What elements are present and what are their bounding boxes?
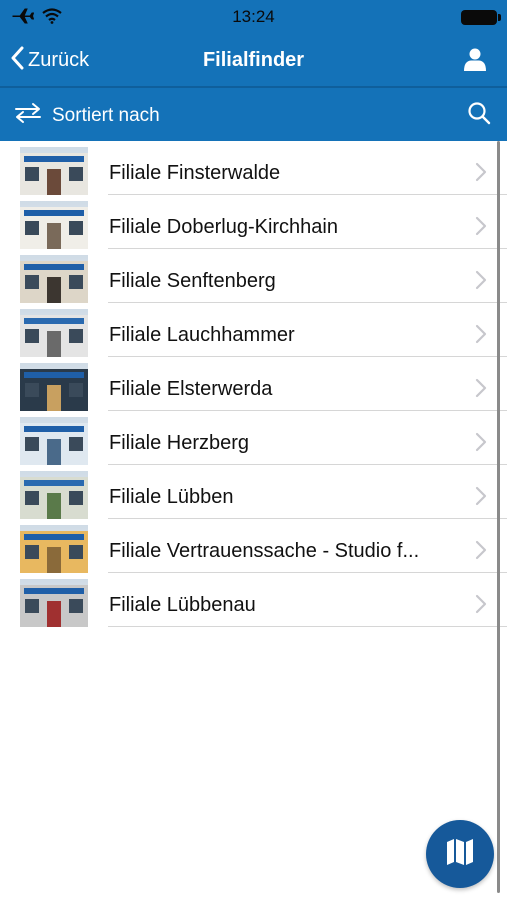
- branch-list: Filiale Finsterwalde Filiale Doberlug-Kir…: [0, 141, 507, 627]
- status-time: 13:24: [232, 7, 275, 26]
- row-separator: [108, 626, 507, 627]
- branch-thumbnail: [20, 147, 88, 195]
- branch-label: Filiale Doberlug-Kirchhain: [109, 216, 338, 238]
- branch-row[interactable]: Filiale Senftenberg: [0, 249, 507, 303]
- branch-row[interactable]: Filiale Finsterwalde: [0, 141, 507, 195]
- branch-thumbnail: [20, 471, 88, 519]
- navigation-bar: Zurück Filialfinder: [0, 34, 507, 86]
- branch-row[interactable]: Filiale Vertrauenssache - Studio f...: [0, 519, 507, 573]
- branch-row[interactable]: Filiale Lübbenau: [0, 573, 507, 627]
- branch-label: Filiale Lübben: [109, 486, 234, 508]
- battery-icon: [461, 10, 501, 25]
- branch-label: Filiale Lübbenau: [109, 594, 256, 616]
- branch-thumbnail: [20, 417, 88, 465]
- person-icon: [463, 48, 487, 75]
- chevron-right-icon: [475, 486, 487, 511]
- status-bar: 13:24: [0, 0, 507, 34]
- map-icon: [445, 838, 475, 871]
- branch-row[interactable]: Filiale Elsterwerda: [0, 357, 507, 411]
- branch-thumbnail: [20, 579, 88, 627]
- page-title: Filialfinder: [202, 49, 305, 71]
- scrollbar[interactable]: [497, 141, 500, 893]
- branch-thumbnail: [20, 201, 88, 249]
- branch-row[interactable]: Filiale Lübben: [0, 465, 507, 519]
- chevron-right-icon: [475, 162, 487, 187]
- sort-bar: Sortiert nach: [0, 88, 507, 141]
- branch-row[interactable]: Filiale Herzberg: [0, 411, 507, 465]
- chevron-right-icon: [475, 378, 487, 403]
- branch-thumbnail: [20, 309, 88, 357]
- search-icon: [467, 102, 491, 129]
- branch-thumbnail: [20, 525, 88, 573]
- sort-button[interactable]: Sortiert nach: [14, 102, 160, 129]
- chevron-right-icon: [475, 540, 487, 565]
- chevron-right-icon: [475, 270, 487, 295]
- branch-thumbnail: [20, 255, 88, 303]
- chevron-right-icon: [475, 324, 487, 349]
- branch-thumbnail: [20, 363, 88, 411]
- profile-button[interactable]: [463, 47, 487, 76]
- branch-label: Filiale Senftenberg: [109, 270, 276, 292]
- chevron-right-icon: [475, 594, 487, 619]
- branch-label: Filiale Finsterwalde: [109, 162, 281, 184]
- swap-arrows-icon: [14, 102, 42, 129]
- branch-row[interactable]: Filiale Lauchhammer: [0, 303, 507, 357]
- search-button[interactable]: [467, 101, 491, 130]
- branch-label: Filiale Lauchhammer: [109, 324, 295, 346]
- chevron-right-icon: [475, 432, 487, 457]
- sort-label: Sortiert nach: [52, 104, 160, 126]
- chevron-right-icon: [475, 216, 487, 241]
- map-button[interactable]: [426, 820, 494, 888]
- branch-label: Filiale Herzberg: [109, 432, 250, 454]
- branch-label: Filiale Vertrauenssache - Studio f...: [109, 540, 420, 562]
- branch-row[interactable]: Filiale Doberlug-Kirchhain: [0, 195, 507, 249]
- branch-label: Filiale Elsterwerda: [109, 378, 273, 400]
